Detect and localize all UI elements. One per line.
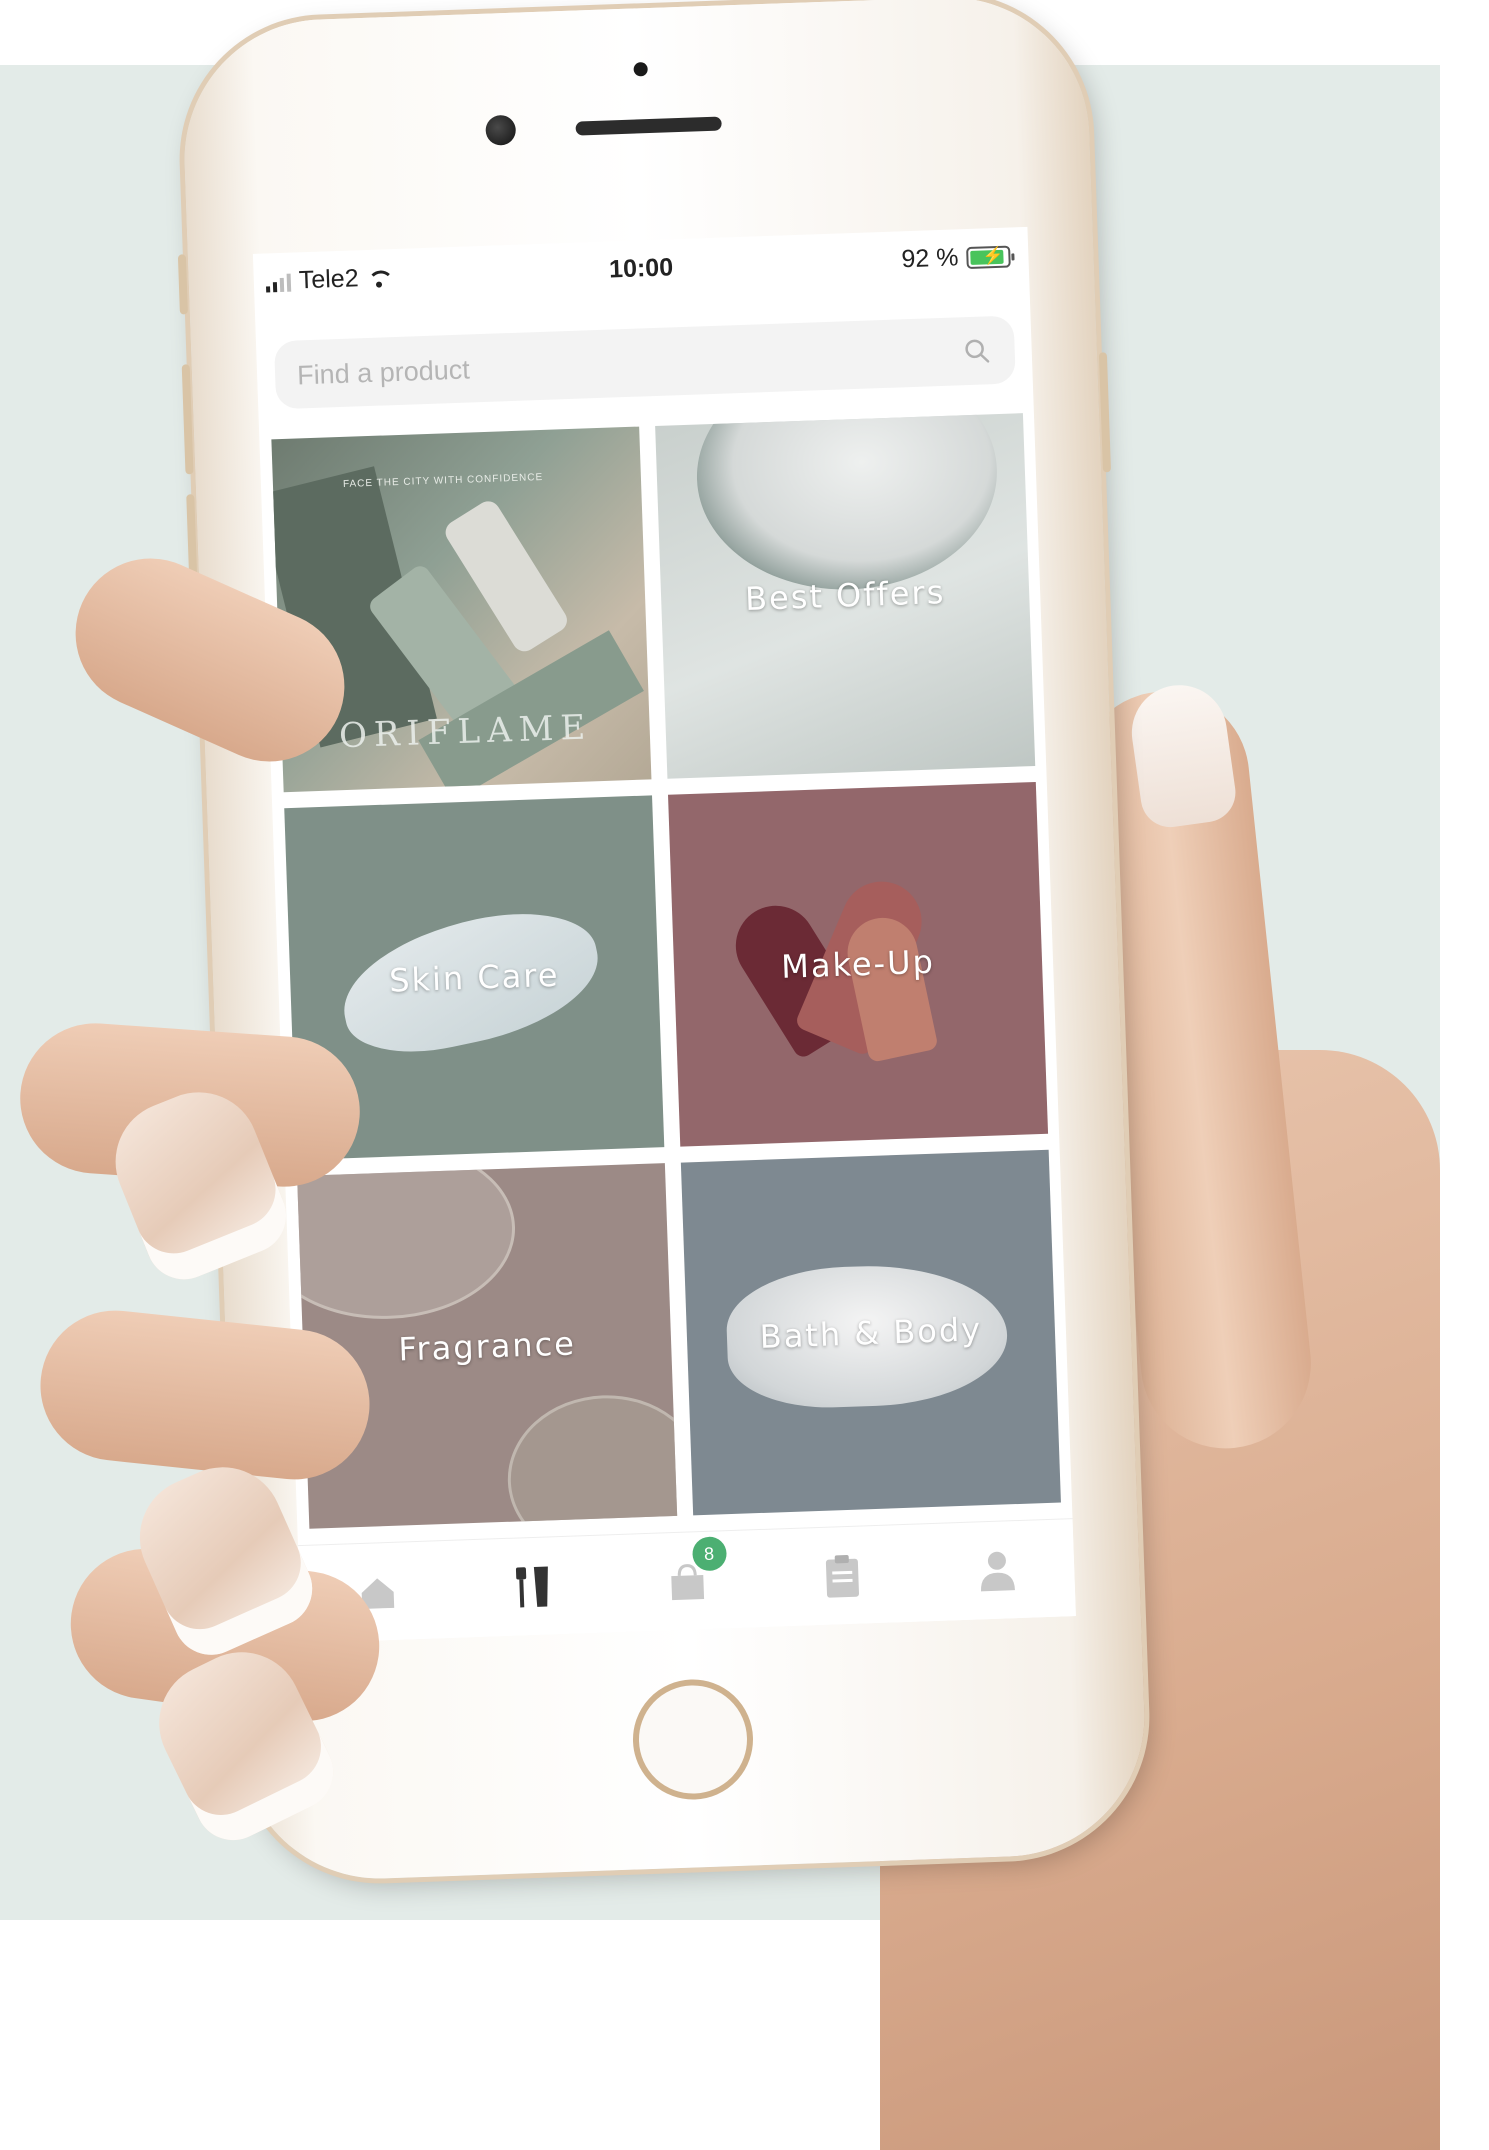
category-label: Bath & Body [759,1309,983,1356]
perfume-drop-image [504,1392,678,1529]
battery-percentage: 92 % [900,243,959,274]
category-tile-bath-body[interactable]: Bath & Body [680,1150,1061,1516]
bottom-tab-bar: 8 [297,1518,1076,1644]
cream-jar-image [693,413,1001,595]
home-button[interactable] [630,1677,756,1802]
front-camera [485,114,517,146]
tab-profile[interactable] [966,1540,1028,1602]
category-tile-fragrance[interactable]: Fragrance [297,1163,678,1529]
tab-bag[interactable]: 8 [656,1536,727,1613]
category-label: Fragrance [397,1324,577,1369]
search-input[interactable] [293,318,940,411]
brand-banner-tile[interactable]: FACE THE CITY WITH CONFIDENCE ORIFLAME [271,426,652,792]
category-label: Best Offers [744,573,946,619]
profile-icon [980,1551,1015,1592]
search-bar[interactable] [273,315,1016,411]
perfume-drop-image [297,1163,519,1324]
charging-bolt-icon: ⚡ [982,245,1004,265]
status-right: 92 % ⚡ [901,242,1011,275]
app-screen: Tele2 10:00 92 % ⚡ Find a product FACE T… [252,226,1076,1644]
earpiece-speaker [575,116,722,136]
beauty-products-icon [515,1566,548,1608]
tab-orders[interactable] [811,1545,873,1607]
category-grid: FACE THE CITY WITH CONFIDENCE ORIFLAME B… [271,413,1061,1529]
category-tile-make-up[interactable]: Make-Up [667,781,1049,1147]
category-label: Skin Care [388,955,561,1000]
proximity-sensor [633,62,648,77]
category-label: Make-Up [780,942,936,986]
status-bar: Tele2 10:00 92 % ⚡ [253,227,1030,312]
tab-products[interactable] [501,1556,563,1618]
clipboard-icon [825,1555,859,1598]
search-icon[interactable] [962,336,991,365]
category-tile-best-offers[interactable]: Best Offers [655,413,1036,779]
battery-icon: ⚡ [966,245,1011,269]
